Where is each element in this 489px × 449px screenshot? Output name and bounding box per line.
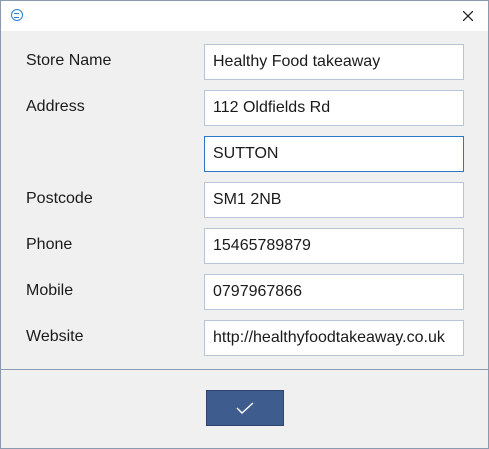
store-name-input[interactable] (204, 44, 464, 80)
title-bar (1, 1, 488, 31)
website-row: Website (1, 320, 488, 356)
dialog-footer (1, 370, 488, 448)
mobile-input[interactable] (204, 274, 464, 310)
close-icon (463, 11, 473, 21)
phone-row: Phone (1, 228, 488, 264)
app-icon (11, 9, 23, 21)
close-button[interactable] (448, 1, 488, 31)
phone-input[interactable] (204, 228, 464, 264)
phone-label: Phone (26, 236, 73, 253)
store-name-row: Store Name (1, 44, 488, 80)
confirm-button[interactable] (206, 390, 284, 426)
store-name-label: Store Name (26, 52, 112, 69)
postcode-row: Postcode (1, 182, 488, 218)
checkmark-icon (236, 402, 254, 414)
address-line2-input[interactable] (204, 136, 464, 172)
website-label: Website (26, 328, 84, 345)
website-input[interactable] (204, 320, 464, 356)
mobile-row: Mobile (1, 274, 488, 310)
mobile-label: Mobile (26, 282, 74, 299)
address-label: Address (26, 98, 85, 115)
store-details-dialog: Store Name Address Postcode Phone Mobile… (0, 0, 489, 449)
postcode-input[interactable] (204, 182, 464, 218)
postcode-label: Postcode (26, 190, 93, 207)
address-line2-row (1, 136, 488, 172)
address-line1-input[interactable] (204, 90, 464, 126)
address-row: Address (1, 90, 488, 126)
